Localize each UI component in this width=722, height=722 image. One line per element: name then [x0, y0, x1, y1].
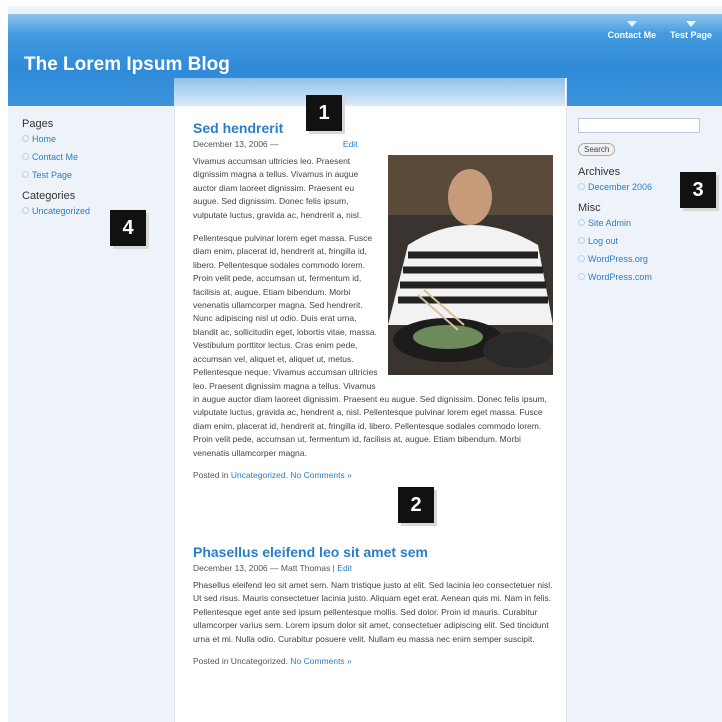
nav-contact-me[interactable]: Contact Me [608, 21, 656, 40]
search-input[interactable] [578, 118, 700, 133]
top-navigation: Contact Me Test Page [608, 21, 712, 40]
misc-link-site-admin[interactable]: Site Admin [578, 218, 708, 228]
misc-link-wordpress-org[interactable]: WordPress.org [578, 254, 708, 264]
page-link-test-page[interactable]: Test Page [22, 170, 162, 180]
callout-3: 3 [680, 172, 716, 208]
post-footer: Posted in Uncategorized. No Comments » [193, 469, 352, 480]
post-photo [388, 155, 553, 375]
nav-test-page[interactable]: Test Page [670, 21, 712, 40]
post-meta: December 13, 2006 — Matt Thomas | Edit [193, 563, 553, 573]
post-date: December 13, 2006 — [193, 139, 279, 149]
callout-2: 2 [398, 487, 434, 523]
blog-page: Contact Me Test Page The Lorem Ipsum Blo… [8, 6, 722, 722]
post-title[interactable]: Phasellus eleifend leo sit amet sem [193, 544, 553, 560]
post-phasellus: Phasellus eleifend leo sit amet sem Dece… [193, 544, 553, 666]
categories-heading: Categories [22, 190, 76, 202]
photo-illustration [388, 155, 553, 375]
post-meta: December 13, 2006 — Edit [193, 139, 553, 149]
edit-link[interactable]: Edit [337, 563, 352, 573]
pages-heading: Pages [22, 118, 54, 130]
posted-in-label: Posted in Uncategorized. [193, 656, 288, 667]
post-paragraph: Phasellus eleifend leo sit amet sem. Nam… [193, 580, 553, 644]
misc-link-log-out[interactable]: Log out [578, 236, 708, 246]
edit-link[interactable]: Edit [343, 139, 358, 149]
post-sed-hendrerit: Sed hendrerit December 13, 2006 — Edit V… [193, 120, 553, 480]
misc-link-wordpress-com[interactable]: WordPress.com [578, 272, 708, 282]
post-title[interactable]: Sed hendrerit [193, 120, 553, 136]
content-panel-top [174, 78, 565, 106]
pages-list: Home Contact Me Test Page [22, 134, 162, 180]
category-link[interactable]: Uncategorized [231, 470, 286, 480]
misc-list: Site Admin Log out WordPress.org WordPre… [578, 218, 708, 282]
post-footer: Posted in Uncategorized. No Comments » [193, 656, 553, 666]
post-date: December 13, 2006 — Matt Thomas | [193, 563, 335, 573]
page-link-home[interactable]: Home [22, 134, 162, 144]
comments-link[interactable]: No Comments » [290, 470, 351, 480]
page-link-contact-me[interactable]: Contact Me [22, 152, 162, 162]
callout-4: 4 [110, 210, 146, 246]
callout-1: 1 [306, 95, 342, 131]
posted-in-label: Posted in [193, 469, 229, 480]
search-button[interactable]: Search [578, 143, 616, 156]
blog-title[interactable]: The Lorem Ipsum Blog [24, 54, 230, 76]
comments-link[interactable]: No Comments » [290, 656, 351, 666]
